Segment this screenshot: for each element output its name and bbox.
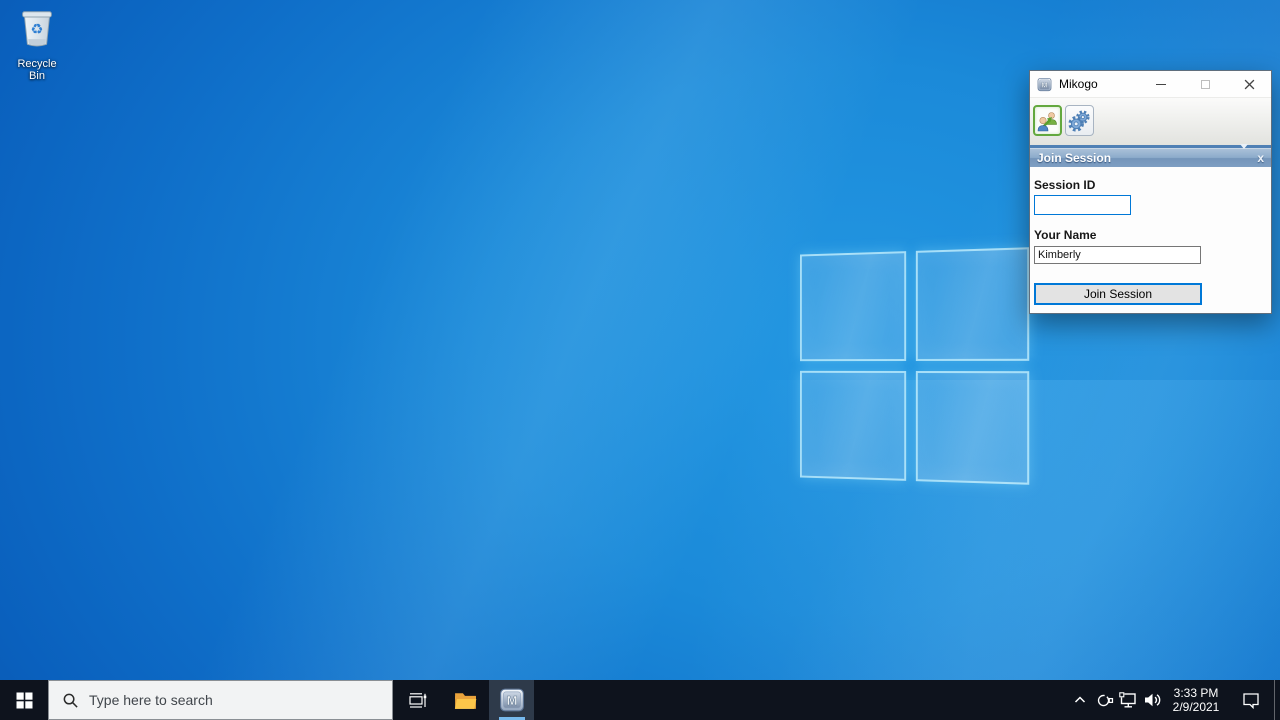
recycle-bin-shortcut[interactable]: ♻ Recycle Bin xyxy=(8,6,66,82)
your-name-input[interactable] xyxy=(1034,246,1201,264)
svg-text:♻: ♻ xyxy=(31,22,44,38)
window-controls xyxy=(1139,71,1271,97)
volume-button[interactable] xyxy=(1140,680,1164,720)
light-beam xyxy=(0,380,1280,680)
mikogo-logo-icon: M xyxy=(499,687,525,713)
join-session-panel: Session ID Your Name Join Session xyxy=(1030,167,1271,313)
mikogo-taskbar-button[interactable]: M xyxy=(489,680,534,720)
file-explorer-button[interactable] xyxy=(441,680,489,720)
settings-tool-button[interactable] xyxy=(1065,105,1094,136)
gears-icon xyxy=(1068,109,1091,132)
taskbar: M xyxy=(0,680,1280,720)
wallpaper-logo-pane xyxy=(916,247,1029,361)
notification-bubble-icon xyxy=(1241,690,1261,710)
start-button[interactable] xyxy=(0,680,48,720)
recycle-bin-label: Recycle Bin xyxy=(8,58,66,82)
wallpaper-windows-logo xyxy=(800,247,1029,485)
meet-now-button[interactable] xyxy=(1092,680,1116,720)
toolbar xyxy=(1030,98,1271,145)
window-title: Mikogo xyxy=(1059,77,1098,91)
wallpaper-logo-pane xyxy=(800,371,906,481)
taskbar-search-box[interactable] xyxy=(48,680,393,720)
hidden-icons-button[interactable] xyxy=(1068,680,1092,720)
participants-icon xyxy=(1037,110,1059,132)
mikogo-logo-icon: M xyxy=(1037,77,1052,92)
svg-text:M: M xyxy=(506,693,517,708)
action-center-button[interactable] xyxy=(1228,680,1274,720)
system-tray: 3:33 PM 2/9/2021 xyxy=(1068,680,1280,720)
recycle-bin-icon: ♻ xyxy=(14,6,60,52)
join-session-tool-button[interactable] xyxy=(1033,105,1062,136)
session-id-input[interactable] xyxy=(1034,195,1131,215)
maximize-icon xyxy=(1201,80,1210,89)
join-session-header: Join Session x xyxy=(1030,148,1271,167)
close-button[interactable] xyxy=(1227,71,1271,97)
network-button[interactable] xyxy=(1116,680,1140,720)
show-desktop-button[interactable] xyxy=(1274,680,1280,720)
minimize-icon xyxy=(1156,84,1166,85)
titlebar: M Mikogo xyxy=(1030,71,1271,98)
mikogo-window: M Mikogo xyxy=(1029,70,1272,314)
svg-text:M: M xyxy=(1041,80,1047,89)
chevron-down-icon xyxy=(1240,144,1248,166)
ethernet-network-icon xyxy=(1118,690,1138,710)
wallpaper-logo-pane xyxy=(800,251,906,361)
folder-icon xyxy=(453,688,478,713)
clock-time: 3:33 PM xyxy=(1174,686,1219,700)
taskbar-clock[interactable]: 3:33 PM 2/9/2021 xyxy=(1164,680,1228,720)
clock-date: 2/9/2021 xyxy=(1173,700,1220,714)
panel-collapse-button[interactable] xyxy=(1240,149,1248,167)
task-view-icon xyxy=(407,690,428,711)
maximize-button[interactable] xyxy=(1183,71,1227,97)
screen: ♻ Recycle Bin M Mikogo xyxy=(0,0,1280,720)
session-id-label: Session ID xyxy=(1034,178,1095,192)
search-input[interactable] xyxy=(89,692,369,708)
close-icon xyxy=(1244,79,1255,90)
task-view-button[interactable] xyxy=(393,680,441,720)
search-icon xyxy=(62,692,79,709)
video-camera-icon xyxy=(1095,691,1114,710)
panel-close-button[interactable]: x xyxy=(1257,152,1264,164)
minimize-button[interactable] xyxy=(1139,71,1183,97)
windows-logo-icon xyxy=(16,692,33,709)
your-name-label: Your Name xyxy=(1034,228,1096,242)
speaker-icon xyxy=(1142,690,1162,710)
wallpaper-logo-pane xyxy=(916,371,1029,485)
chevron-up-icon xyxy=(1072,692,1088,708)
join-session-header-title: Join Session xyxy=(1037,151,1111,165)
join-session-button[interactable]: Join Session xyxy=(1034,283,1202,305)
